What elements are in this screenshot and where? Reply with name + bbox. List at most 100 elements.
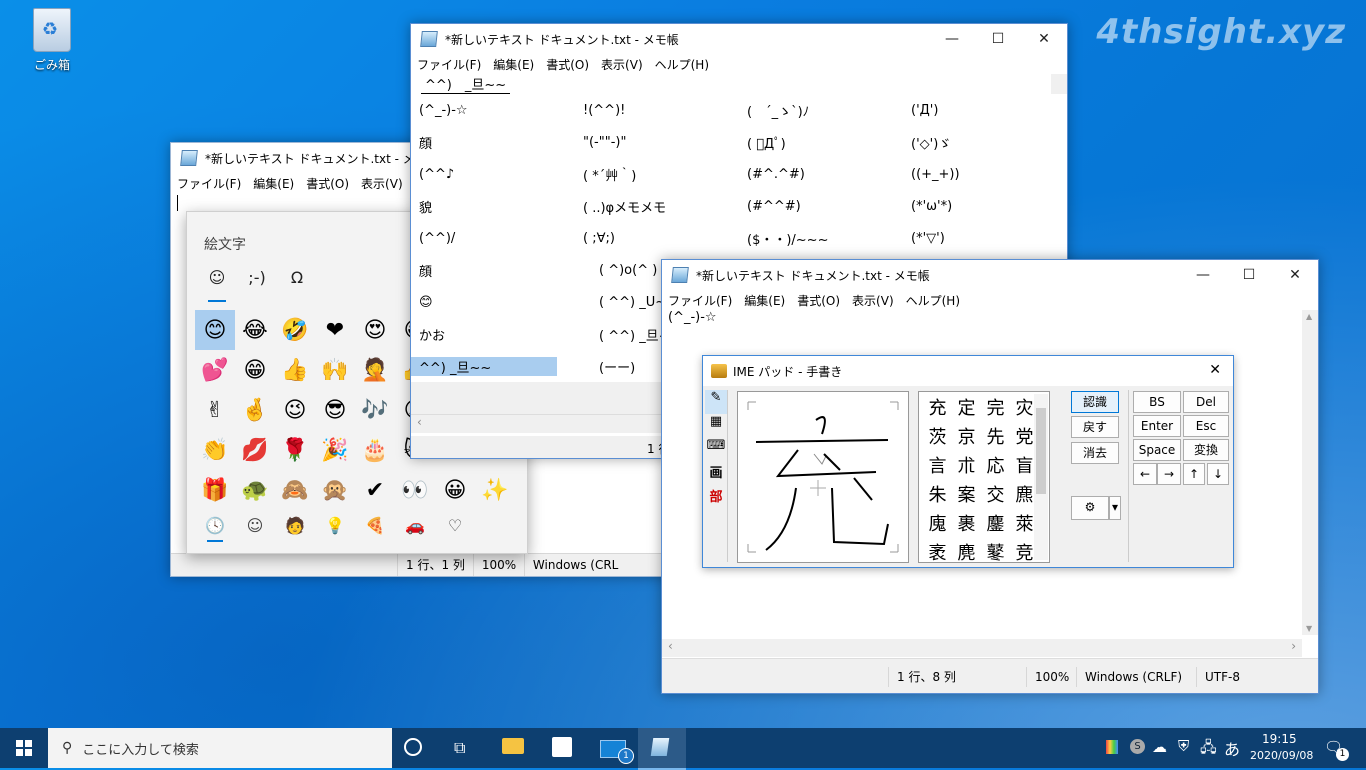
text-area[interactable]: ^^) _旦~~ bbox=[411, 74, 1067, 95]
candidate-item[interactable]: (*'ω'*) bbox=[903, 199, 1067, 214]
arrow-down-key[interactable]: ↓ bbox=[1207, 463, 1229, 485]
candidate-item[interactable]: ( *´艸｀) bbox=[575, 165, 739, 184]
ime-mode-indicator[interactable]: あ bbox=[1224, 736, 1240, 760]
emoji-item[interactable]: 😂 bbox=[235, 310, 275, 350]
candidate-item[interactable]: 顔 bbox=[411, 133, 575, 152]
vertical-scrollbar[interactable] bbox=[1051, 74, 1067, 94]
arrow-up-key[interactable]: ↑ bbox=[1183, 463, 1205, 485]
candidate-item[interactable]: 😊 bbox=[411, 295, 591, 310]
file-explorer-icon[interactable] bbox=[502, 738, 524, 754]
delete-key[interactable]: Del bbox=[1183, 391, 1229, 413]
menu-format[interactable]: 書式(O) bbox=[540, 56, 595, 73]
emoji-item[interactable]: 🐢 bbox=[235, 470, 275, 510]
char-list-mode-icon[interactable]: ▦ bbox=[705, 414, 727, 438]
search-box[interactable]: ⚲ ここに入力して検索 bbox=[48, 728, 392, 768]
emoji-item[interactable]: 👍 bbox=[275, 350, 315, 390]
candidate-item[interactable]: ( ..)φメモメモ bbox=[575, 197, 739, 216]
candidate-char[interactable]: 廆 bbox=[923, 510, 952, 539]
maximize-button[interactable]: ☐ bbox=[1226, 260, 1272, 290]
candidate-item[interactable]: 貌 bbox=[411, 197, 575, 216]
emoji-item[interactable]: 💕 bbox=[195, 350, 235, 390]
menu-file[interactable]: ファイル(F) bbox=[662, 292, 738, 309]
candidate-item[interactable]: ('◇')ゞ bbox=[903, 133, 1067, 152]
tab-kaomoji[interactable]: ;-) bbox=[237, 268, 277, 300]
candidate-item[interactable]: (^^♪ bbox=[411, 167, 575, 182]
handwriting-canvas[interactable] bbox=[737, 391, 909, 563]
candidate-item[interactable]: (#^.^#) bbox=[739, 167, 903, 182]
minimize-button[interactable]: — bbox=[929, 24, 975, 54]
candidate-item[interactable]: (^_-)-☆ bbox=[411, 103, 575, 118]
candidate-char[interactable]: 言 bbox=[923, 452, 952, 481]
category-smiley-icon[interactable]: ☺ bbox=[235, 514, 275, 544]
clock-date[interactable]: 2020/09/08 bbox=[1250, 749, 1313, 762]
candidate-char[interactable]: 裹 bbox=[952, 510, 981, 539]
vertical-scrollbar[interactable] bbox=[1302, 310, 1318, 635]
ime-pad-title-bar[interactable]: IME パッド - 手書き ✕ bbox=[703, 356, 1233, 386]
menu-help[interactable]: ヘルプ(H) bbox=[900, 292, 966, 309]
emoji-item[interactable]: ❤ bbox=[315, 310, 355, 350]
arrow-left-key[interactable]: ← bbox=[1133, 463, 1157, 485]
emoji-item[interactable]: 👀 bbox=[395, 470, 435, 510]
clock-time[interactable]: 19:15 bbox=[1262, 732, 1297, 746]
enter-key[interactable]: Enter bbox=[1133, 415, 1181, 437]
candidate-char[interactable]: 朱 bbox=[923, 481, 952, 510]
network-icon[interactable]: 🖧 bbox=[1200, 737, 1217, 762]
chevron-down-icon[interactable]: ▾ bbox=[1109, 496, 1121, 520]
tab-emoji[interactable]: ☺ bbox=[208, 268, 226, 302]
menu-edit[interactable]: 編集(E) bbox=[487, 56, 540, 73]
emoji-item[interactable]: 😎 bbox=[315, 390, 355, 430]
menu-view[interactable]: 表示(V) bbox=[595, 56, 649, 73]
erase-button[interactable]: 消去 bbox=[1071, 442, 1119, 464]
title-bar[interactable]: *新しいテキスト ドキュメント.txt - メモ帳 — ☐ ✕ bbox=[411, 24, 1067, 54]
emoji-item[interactable]: 😀 bbox=[435, 470, 475, 510]
horizontal-scrollbar[interactable] bbox=[662, 639, 1302, 657]
emoji-item[interactable]: 😁 bbox=[235, 350, 275, 390]
menu-view[interactable]: 表示(V) bbox=[846, 292, 900, 309]
candidate-char[interactable]: 定 bbox=[952, 394, 981, 423]
stroke-count-icon[interactable]: 画 bbox=[705, 462, 727, 486]
candidate-item[interactable]: ('Д') bbox=[903, 103, 1067, 118]
store-icon[interactable] bbox=[552, 737, 572, 757]
candidate-char[interactable]: 鏖 bbox=[981, 510, 1010, 539]
menu-view[interactable]: 表示(V) bbox=[355, 175, 409, 192]
emoji-item[interactable]: 🙌 bbox=[315, 350, 355, 390]
emoji-item[interactable]: 🎁 bbox=[195, 470, 235, 510]
recognize-button[interactable]: 認識 bbox=[1071, 391, 1119, 413]
candidate-char[interactable]: 応 bbox=[981, 452, 1010, 481]
menu-edit[interactable]: 編集(E) bbox=[247, 175, 300, 192]
menu-help[interactable]: ヘルプ(H) bbox=[649, 56, 715, 73]
title-bar[interactable]: *新しいテキスト ドキュメント.txt - メモ帳 — ☐ ✕ bbox=[662, 260, 1318, 290]
emoji-item[interactable]: 🤦 bbox=[355, 350, 395, 390]
candidate-char[interactable]: 茨 bbox=[923, 423, 952, 452]
emoji-item[interactable]: 😊 bbox=[195, 310, 235, 350]
category-people-icon[interactable]: 🧑 bbox=[275, 514, 315, 544]
candidate-item[interactable]: ( ;∀;) bbox=[575, 231, 739, 246]
options-dropdown-icon[interactable]: ⚙ bbox=[1071, 496, 1109, 520]
menu-format[interactable]: 書式(O) bbox=[300, 175, 355, 192]
emoji-item[interactable]: 🎉 bbox=[315, 430, 355, 470]
minimize-button[interactable]: — bbox=[1180, 260, 1226, 290]
skype-icon[interactable]: S bbox=[1130, 739, 1145, 754]
emoji-item[interactable]: 🌹 bbox=[275, 430, 315, 470]
soft-keyboard-icon[interactable]: ⌨ bbox=[705, 438, 727, 462]
emoji-item[interactable]: 👏 bbox=[195, 430, 235, 470]
tray-color-icon[interactable] bbox=[1106, 740, 1118, 754]
menu-file[interactable]: ファイル(F) bbox=[171, 175, 247, 192]
emoji-item[interactable]: 🎂 bbox=[355, 430, 395, 470]
candidate-char[interactable]: 麂 bbox=[952, 539, 981, 568]
category-travel-icon[interactable]: 🚗 bbox=[395, 514, 435, 544]
candidate-item[interactable]: ( ﾟДﾟ) bbox=[739, 133, 903, 152]
emoji-item[interactable]: 🤣 bbox=[275, 310, 315, 350]
arrow-right-key[interactable]: → bbox=[1157, 463, 1181, 485]
candidate-char[interactable]: 案 bbox=[952, 481, 981, 510]
candidate-char[interactable]: 鼕 bbox=[981, 539, 1010, 568]
candidate-item[interactable]: ((+_+)) bbox=[903, 167, 1067, 182]
emoji-item[interactable]: 🤞 bbox=[235, 390, 275, 430]
ime-pad-window[interactable]: IME パッド - 手書き ✕ ✎ ▦ ⌨ 画 部 充 定 完 灾 茨 京 先 … bbox=[702, 355, 1234, 568]
menu-edit[interactable]: 編集(E) bbox=[738, 292, 791, 309]
radical-icon[interactable]: 部 bbox=[705, 486, 727, 510]
emoji-item[interactable]: ✌ bbox=[195, 390, 235, 430]
cloud-icon[interactable]: ☁ bbox=[1152, 738, 1167, 756]
candidate-char[interactable]: 交 bbox=[981, 481, 1010, 510]
menu-format[interactable]: 書式(O) bbox=[791, 292, 846, 309]
